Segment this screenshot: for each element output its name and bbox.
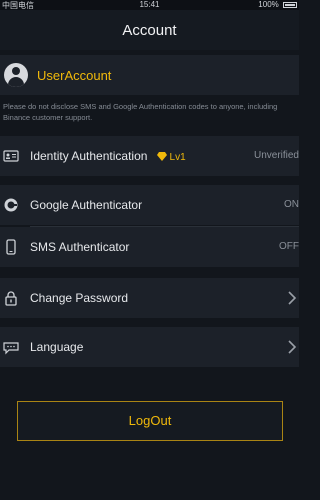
logout-button[interactable]: LogOut: [17, 401, 283, 441]
chevron-right-icon: [288, 340, 297, 354]
identity-authentication-text: Identity Authentication: [30, 149, 148, 163]
google-authenticator-row[interactable]: Google Authenticator ON: [0, 185, 299, 225]
verification-status: Unverified: [253, 150, 299, 161]
sms-authenticator-row[interactable]: SMS Authenticator OFF: [0, 227, 299, 267]
change-password-label: Change Password: [30, 291, 129, 305]
status-time: 15:41: [139, 0, 160, 9]
diamond-icon: [156, 152, 167, 161]
language-label: Language: [30, 340, 84, 354]
chevron-right-icon: [288, 291, 297, 305]
security-notice: Please do not disclose SMS and Google Au…: [3, 102, 278, 122]
language-icon: [3, 342, 19, 355]
phone-icon: [6, 239, 16, 255]
page-title: Account: [122, 22, 177, 39]
google-authenticator-icon: [4, 198, 18, 212]
account-username: UserAccount: [37, 68, 112, 83]
battery-percent: 100%: [258, 0, 279, 9]
google-authenticator-label: Google Authenticator: [30, 198, 143, 212]
level-badge: Lv1: [156, 152, 186, 163]
lock-icon: [5, 291, 17, 306]
change-password-row[interactable]: Change Password: [0, 278, 299, 318]
id-card-icon: [3, 150, 19, 162]
battery-indicator: 100%: [258, 0, 297, 9]
nav-bar: Account: [0, 10, 299, 50]
account-row[interactable]: UserAccount: [0, 55, 299, 95]
battery-icon: [283, 1, 297, 8]
identity-authentication-label: Identity Authentication Lv1: [30, 149, 186, 163]
sms-authenticator-label: SMS Authenticator: [30, 240, 130, 254]
identity-authentication-row[interactable]: Identity Authentication Lv1 Unverified: [0, 136, 299, 176]
status-bar: 中国电信 15:41 100%: [0, 0, 299, 10]
level-text: Lv1: [169, 152, 186, 163]
avatar-icon: [4, 63, 28, 87]
google-authenticator-status: ON: [284, 199, 299, 210]
language-row[interactable]: Language: [0, 327, 299, 367]
sms-authenticator-status: OFF: [279, 241, 299, 252]
